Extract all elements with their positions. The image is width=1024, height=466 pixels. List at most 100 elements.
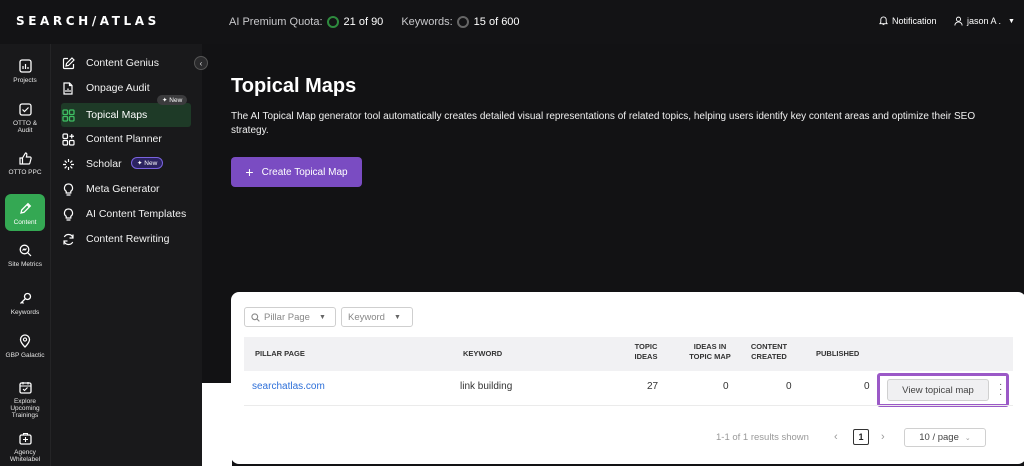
user-name: jason A . xyxy=(967,16,1002,26)
lightbulb-icon xyxy=(63,182,73,196)
keywords-label: Keywords: xyxy=(401,16,453,28)
topic-ideas-cell: 27 xyxy=(647,381,659,392)
menu-label: AI Content Templates xyxy=(86,208,187,220)
create-topical-map-button[interactable]: + Create Topical Map xyxy=(231,157,362,187)
keyword-filter[interactable]: Keyword ▼ xyxy=(341,307,413,327)
rail-item-otto-ppc[interactable]: OTTO PPC xyxy=(5,150,45,176)
menu-label: Scholar xyxy=(86,158,122,170)
menu-label: Meta Generator xyxy=(86,183,160,195)
chevron-down-icon: ⌄ xyxy=(964,434,971,442)
chevron-down-icon: ▼ xyxy=(393,313,401,321)
top-bar: SEARCH/ATLAS AI Premium Quota: 21 of 90 … xyxy=(0,0,1024,44)
pillar-page-link[interactable]: searchatlas.com xyxy=(252,381,325,392)
keyword-filter-label: Keyword xyxy=(348,311,385,323)
logo[interactable]: SEARCH/ATLAS xyxy=(16,14,160,28)
quota-bar: AI Premium Quota: 21 of 90 Keywords: 15 … xyxy=(229,16,520,28)
location-pin-icon xyxy=(19,334,31,348)
menu-item-content-planner[interactable]: Content Planner xyxy=(61,128,189,150)
rail-label: OTTO & Audit xyxy=(12,120,38,134)
rail-item-site-metrics[interactable]: Site Metrics xyxy=(5,242,45,268)
rail-label: Keywords xyxy=(10,309,40,316)
menu-item-content-genius[interactable]: Content Genius xyxy=(61,52,189,74)
highlight-box xyxy=(877,373,1009,407)
pillar-page-filter[interactable]: Pillar Page ▼ xyxy=(244,307,336,327)
lightbulb-icon xyxy=(63,207,73,221)
prev-page-icon[interactable]: ‹ xyxy=(834,431,838,443)
menu-item-ai-content-templates[interactable]: AI Content Templates xyxy=(61,203,201,225)
rail-label: Projects xyxy=(13,77,37,84)
menu-item-topical-maps[interactable]: Topical Maps ✦ New xyxy=(61,95,191,127)
menu-item-scholar[interactable]: Scholar ✦ New xyxy=(61,153,189,175)
more-options-icon[interactable]: · · · xyxy=(999,380,1002,400)
rail-item-content[interactable]: Content xyxy=(5,194,45,231)
quota-ring-icon xyxy=(326,16,339,28)
user-menu[interactable]: jason A . ▼ xyxy=(954,16,1015,26)
rail-label: GBP Galactic xyxy=(5,352,45,359)
site-metrics-icon xyxy=(19,244,31,256)
projects-icon xyxy=(18,59,32,73)
rail-item-otto-audit[interactable]: OTTO & Audit xyxy=(5,101,45,134)
topical-maps-table-card: Pillar Page ▼ Keyword ▼ PILLAR PAGE KEYW… xyxy=(231,292,1024,464)
rail-item-agency-whitelabel[interactable]: Agency Whitelabel xyxy=(5,430,45,463)
menu-label: Onpage Audit xyxy=(86,82,150,94)
keyword-cell: link building xyxy=(460,381,513,392)
keywords-value: 15 of 600 xyxy=(473,16,520,28)
page-title: Topical Maps xyxy=(231,75,357,97)
page-number-current[interactable]: 1 xyxy=(853,429,869,445)
content-submenu: Content Genius Onpage Audit Topical Maps… xyxy=(50,44,202,466)
notification-button[interactable]: Notification xyxy=(879,16,937,26)
icon-rail: Projects OTTO & Audit OTTO PPC Content S… xyxy=(0,44,50,466)
rail-item-trainings[interactable]: Explore Upcoming Trainings xyxy=(5,379,45,419)
menu-label: Content Genius xyxy=(86,57,159,69)
rail-label: Agency Whitelabel xyxy=(9,449,41,463)
page-size-label: 10 / page xyxy=(919,432,959,443)
chevron-down-icon: ▼ xyxy=(1008,17,1015,25)
collapse-sidebar-button[interactable]: ‹ xyxy=(194,56,208,70)
plus-icon: + xyxy=(245,164,254,180)
menu-label: Content Planner xyxy=(86,133,162,145)
col-content-created[interactable]: CONTENT CREATED xyxy=(744,342,794,362)
rail-item-keywords[interactable]: Keywords xyxy=(5,290,45,316)
content-created-cell: 0 xyxy=(786,381,792,392)
ai-quota-value: 21 of 90 xyxy=(343,16,384,28)
col-pillar-page[interactable]: PILLAR PAGE xyxy=(255,349,305,359)
next-page-icon[interactable]: › xyxy=(881,431,885,443)
rail-label: Content xyxy=(13,219,37,226)
row-divider xyxy=(244,405,1013,406)
notification-label: Notification xyxy=(892,16,937,26)
col-ideas-in-topic-map[interactable]: IDEAS IN TOPIC MAP xyxy=(682,342,738,362)
menu-label: Content Rewriting xyxy=(86,233,170,245)
col-keyword[interactable]: KEYWORD xyxy=(463,349,502,359)
new-badge: ✦ New xyxy=(157,95,188,105)
rail-item-gbp-galactic[interactable]: GBP Galactic xyxy=(5,333,45,359)
bell-icon xyxy=(879,16,888,26)
pillar-page-filter-label: Pillar Page xyxy=(264,311,310,323)
calendar-icon xyxy=(18,381,32,394)
search-icon xyxy=(251,312,260,322)
results-summary: 1-1 of 1 results shown xyxy=(716,432,809,443)
published-cell: 0 xyxy=(864,381,870,392)
create-button-label: Create Topical Map xyxy=(261,166,348,178)
rail-label: Site Metrics xyxy=(8,261,42,268)
menu-item-content-rewriting[interactable]: Content Rewriting xyxy=(61,228,189,250)
agency-icon xyxy=(18,432,32,445)
col-topic-ideas[interactable]: TOPIC IDEAS xyxy=(626,342,666,362)
new-badge: ✦ New xyxy=(131,157,164,169)
keywords-ring-icon xyxy=(456,16,469,28)
thumbs-up-icon xyxy=(18,151,32,165)
refresh-icon xyxy=(62,233,74,245)
content-background xyxy=(202,383,232,466)
col-published[interactable]: PUBLISHED xyxy=(816,349,859,359)
page-size-select[interactable]: 10 / page ⌄ xyxy=(904,428,986,447)
edit-icon xyxy=(62,56,75,69)
table-header: PILLAR PAGE KEYWORD TOPIC IDEAS IDEAS IN T… xyxy=(244,337,1013,371)
pencil-icon xyxy=(19,202,31,214)
rail-label: Explore Upcoming Trainings xyxy=(10,398,40,419)
menu-item-meta-generator[interactable]: Meta Generator xyxy=(61,178,189,200)
rail-item-projects[interactable]: Projects xyxy=(5,58,45,84)
document-chart-icon xyxy=(63,81,73,95)
menu-label: Topical Maps xyxy=(86,109,148,121)
ai-quota-label: AI Premium Quota: xyxy=(229,16,323,28)
chevron-down-icon: ▼ xyxy=(318,313,326,321)
rail-label: OTTO PPC xyxy=(8,169,42,176)
